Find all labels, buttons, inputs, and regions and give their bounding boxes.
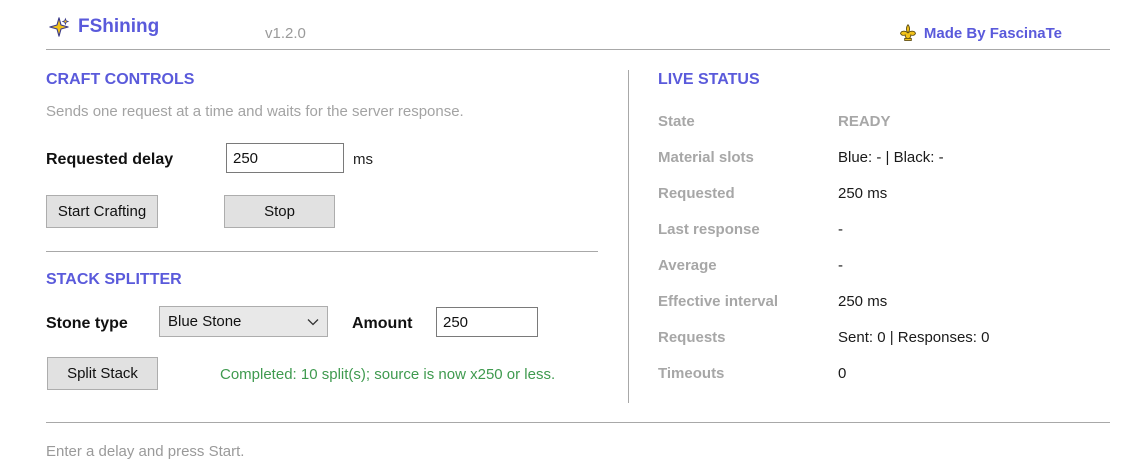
credit: Made By FascinaTe (898, 23, 1062, 43)
header-divider (46, 49, 1110, 50)
amount-input[interactable] (436, 307, 538, 337)
stone-type-selected: Blue Stone (168, 313, 242, 330)
column-divider (628, 70, 629, 403)
craft-subtitle: Sends one request at a time and waits fo… (46, 103, 464, 120)
status-key-effective-interval: Effective interval (658, 293, 779, 310)
delay-unit-label: ms (353, 151, 373, 168)
footer-divider (46, 422, 1110, 423)
status-value-state: READY (838, 113, 891, 130)
start-crafting-button[interactable]: Start Crafting (46, 195, 158, 228)
stack-splitter-heading: STACK SPLITTER (46, 271, 182, 288)
amount-label: Amount (352, 315, 413, 332)
stone-type-label: Stone type (46, 315, 128, 332)
stop-button[interactable]: Stop (224, 195, 335, 228)
stone-type-select[interactable]: Blue Stone (159, 306, 328, 337)
status-value-requests: Sent: 0 | Responses: 0 (838, 329, 990, 346)
status-key-requests: Requests (658, 329, 726, 346)
section-divider (46, 251, 598, 252)
craft-controls-heading: CRAFT CONTROLS (46, 71, 195, 88)
footer-status-message: Enter a delay and press Start. (46, 443, 245, 460)
sparkle-star-icon (48, 16, 70, 38)
requested-delay-label: Requested delay (46, 151, 174, 168)
version-label: v1.2.0 (265, 25, 306, 42)
status-value-timeouts: 0 (838, 365, 847, 382)
status-key-material-slots: Material slots (658, 149, 754, 166)
status-value-material-slots: Blue: - | Black: - (838, 149, 944, 166)
split-result-message: Completed: 10 split(s); source is now x2… (220, 366, 556, 383)
live-status-heading: LIVE STATUS (658, 71, 760, 88)
status-key-average: Average (658, 257, 717, 274)
status-value-requested: 250 ms (838, 185, 888, 202)
split-stack-button[interactable]: Split Stack (47, 357, 158, 390)
status-value-effective-interval: 250 ms (838, 293, 888, 310)
status-value-last-response: - (838, 221, 843, 238)
status-key-last-response: Last response (658, 221, 760, 238)
chevron-down-icon (307, 313, 319, 330)
status-key-requested: Requested (658, 185, 735, 202)
status-key-state: State (658, 113, 695, 130)
status-key-timeouts: Timeouts (658, 365, 725, 382)
fleur-de-lis-icon (898, 23, 918, 43)
credit-text: Made By FascinaTe (923, 24, 1062, 42)
app-title: FShining (48, 16, 159, 38)
requested-delay-input[interactable] (226, 143, 344, 173)
app-title-text: FShining (78, 16, 160, 37)
status-value-average: - (838, 257, 843, 274)
